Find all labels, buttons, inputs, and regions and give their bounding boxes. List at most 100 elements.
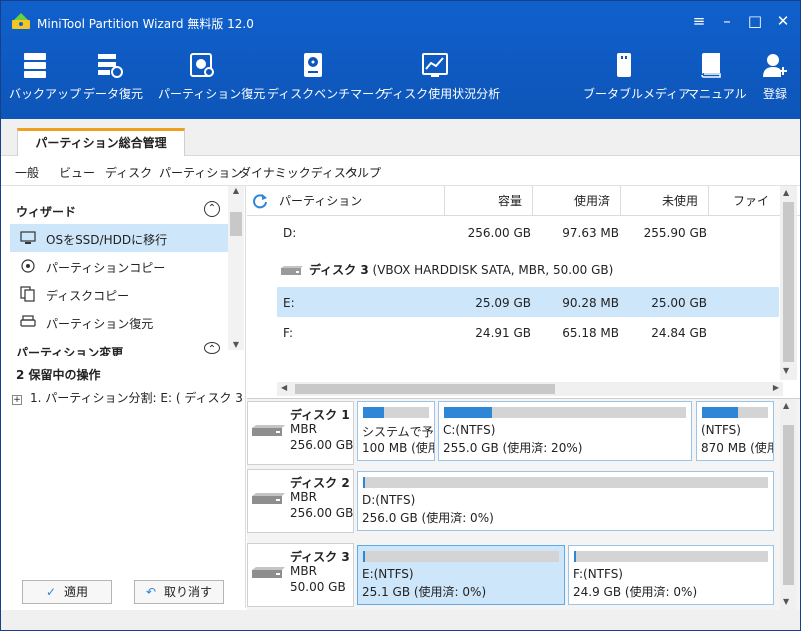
col-partition[interactable]: パーティション	[277, 186, 445, 216]
table-row[interactable]: D: 256.00 GB 97.63 MB 255.90 GB	[277, 217, 779, 247]
minimize-icon[interactable]: –	[719, 13, 735, 29]
partition-block-system-reserved[interactable]: システムで予約 100 MB (使用	[357, 401, 435, 461]
table-header: パーティション 容量 使用済 未使用 ファイ	[247, 186, 800, 216]
left-panel: ウィザード ⌃ OSをSSD/HDDに移行 パーティションコピー ディスクコピー	[6, 186, 282, 608]
space-analyzer-icon	[422, 53, 448, 77]
left-scroll-thumb[interactable]	[230, 212, 242, 236]
space-analyzer-button[interactable]: ディスク使用状況分析	[381, 51, 500, 113]
copy-disk-icon	[20, 286, 35, 302]
partition-block-d[interactable]: D:(NTFS) 256.0 GB (使用済: 0%)	[357, 471, 774, 531]
partition-recovery-icon	[20, 315, 36, 327]
refresh-icon[interactable]	[252, 193, 268, 209]
table-hscroll-thumb[interactable]	[295, 384, 555, 394]
status-strip	[1, 610, 800, 630]
hard-disk-icon	[252, 425, 285, 436]
disk-card-disk3[interactable]: ディスク 3 MBR 50.00 GB	[247, 543, 354, 607]
partition-table: パーティション 容量 使用済 未使用 ファイ D: 256.00 GB 97.6…	[247, 186, 800, 398]
wizard-item-copy-disk[interactable]: ディスクコピー	[10, 280, 228, 308]
wizard-item-partition-recovery[interactable]: パーティション復元	[10, 308, 228, 336]
menu-general[interactable]: 一般	[15, 164, 39, 181]
scroll-left-icon[interactable]: ◀	[281, 383, 287, 392]
menu-partition[interactable]: パーティション	[159, 164, 242, 181]
col-unused[interactable]: 未使用	[621, 186, 709, 216]
undo-button[interactable]: ↶ 取り消す	[134, 580, 224, 604]
hard-disk-icon	[252, 493, 285, 504]
menu-disk[interactable]: ディスク	[105, 164, 152, 181]
usage-fill	[363, 477, 365, 488]
register-button[interactable]: 登録	[759, 51, 791, 113]
usage-fill	[363, 551, 365, 562]
usb-icon	[617, 53, 631, 77]
partition-block-f[interactable]: F:(NTFS) 24.9 GB (使用済: 0%)	[568, 545, 774, 605]
col-filesystem[interactable]: ファイ	[709, 186, 779, 216]
app-logo-icon	[12, 13, 30, 29]
disk-card-disk2[interactable]: ディスク 2 MBR 256.00 GB	[247, 469, 354, 533]
disk-map: ディスク 1 MBR 256.00 GB システムで予約 100 MB (使用 …	[247, 398, 800, 611]
backup-button[interactable]: バックアップ	[9, 51, 81, 113]
scroll-up-icon[interactable]: ▲	[230, 186, 242, 196]
disk-card-disk1[interactable]: ディスク 1 MBR 256.00 GB	[247, 401, 354, 465]
usage-fill	[444, 407, 493, 418]
hard-disk-icon	[252, 567, 285, 578]
left-scrollbar[interactable]: ▲ ▼	[228, 186, 244, 350]
disk-map-scrollbar[interactable]: ▲ ▼	[780, 399, 797, 611]
wizard-header: ウィザード	[16, 205, 77, 219]
partition-recovery-icon	[190, 53, 214, 77]
partition-block-e[interactable]: E:(NTFS) 25.1 GB (使用済: 0%)	[357, 545, 565, 605]
data-recovery-icon	[98, 54, 123, 78]
manual-button[interactable]: マニュアル	[687, 51, 747, 113]
menu-help[interactable]: ヘルプ	[345, 164, 381, 181]
disk-benchmark-button[interactable]: ディスクベンチマーク	[267, 51, 386, 113]
partition-block-recovery[interactable]: (NTFS) 870 MB (使用	[696, 401, 774, 461]
partition-change-collapse-icon[interactable]: ⌃	[204, 342, 220, 354]
pending-operation-item[interactable]: +1. パーティション分割: E: ( ディスク 3 パー...	[12, 389, 282, 406]
wizard-collapse-icon[interactable]: ⌃	[204, 201, 220, 217]
copy-partition-icon	[21, 259, 35, 273]
disk-map-scroll-thumb[interactable]	[783, 425, 794, 585]
col-capacity[interactable]: 容量	[445, 186, 533, 216]
tab-strip: パーティション総合管理	[1, 119, 800, 157]
user-add-icon	[763, 54, 787, 77]
col-used[interactable]: 使用済	[533, 186, 621, 216]
wizard-item-migrate-os[interactable]: OSをSSD/HDDに移行	[10, 224, 228, 252]
scroll-down-icon[interactable]: ▼	[783, 366, 789, 375]
partition-block-c[interactable]: C:(NTFS) 255.0 GB (使用済: 20%)	[438, 401, 692, 461]
scroll-up-icon[interactable]: ▲	[783, 401, 789, 410]
close-icon[interactable]: ✕	[775, 13, 791, 29]
scroll-right-icon[interactable]: ▶	[773, 383, 779, 392]
table-row[interactable]: F: 24.91 GB 65.18 MB 24.84 GB	[277, 317, 779, 347]
tab-partition-management[interactable]: パーティション総合管理	[17, 128, 185, 157]
scroll-up-icon[interactable]: ▲	[783, 188, 789, 197]
maximize-icon[interactable]: □	[747, 13, 763, 29]
wizard-item-copy-partition[interactable]: パーティションコピー	[10, 252, 228, 280]
check-icon: ✓	[45, 585, 57, 599]
apply-button[interactable]: ✓ 適用	[22, 580, 112, 604]
undo-icon: ↶	[145, 585, 157, 599]
app-window: MiniTool Partition Wizard 無料版 12.0 ≡ – □…	[0, 0, 801, 631]
pending-operations-header: 2 保留中の操作	[16, 368, 101, 382]
title-bar: MiniTool Partition Wizard 無料版 12.0 ≡ – □…	[1, 1, 800, 41]
header: MiniTool Partition Wizard 無料版 12.0 ≡ – □…	[1, 1, 800, 119]
menu-dynamic-disk[interactable]: ダイナミックディスク	[239, 164, 358, 181]
bootable-media-button[interactable]: ブータブルメディア	[583, 51, 690, 113]
disk-row-disk3[interactable]: ディスク 3 (VBOX HARDDISK SATA, MBR, 50.00 G…	[279, 261, 613, 278]
table-scroll-thumb[interactable]	[783, 202, 794, 362]
menu-view[interactable]: ビュー	[59, 164, 95, 181]
expand-icon[interactable]: +	[12, 395, 22, 405]
usage-fill	[702, 407, 739, 418]
scroll-down-icon[interactable]: ▼	[783, 597, 789, 606]
menu-icon[interactable]: ≡	[691, 13, 707, 29]
data-recovery-button[interactable]: データ復元	[83, 51, 143, 113]
table-horizontal-scrollbar[interactable]: ◀ ▶	[277, 382, 783, 396]
window-title: MiniTool Partition Wizard 無料版 12.0	[37, 17, 254, 31]
menu-bar: 一般 ビュー ディスク パーティション ダイナミックディスク ヘルプ	[1, 156, 800, 186]
scroll-down-icon[interactable]: ▼	[230, 340, 242, 350]
hard-disk-icon	[281, 265, 303, 275]
table-row[interactable]: E: 25.09 GB 90.28 MB 25.00 GB	[277, 287, 779, 317]
book-icon	[701, 53, 721, 78]
toolbar: バックアップ データ復元 パーティション復元 ディスクベンチマーク ディスク使用…	[1, 51, 800, 113]
partition-recovery-button[interactable]: パーティション復元	[158, 51, 265, 113]
backup-icon	[24, 53, 46, 78]
migrate-os-icon	[20, 231, 36, 244]
table-vertical-scrollbar[interactable]: ▲ ▼	[780, 186, 797, 380]
